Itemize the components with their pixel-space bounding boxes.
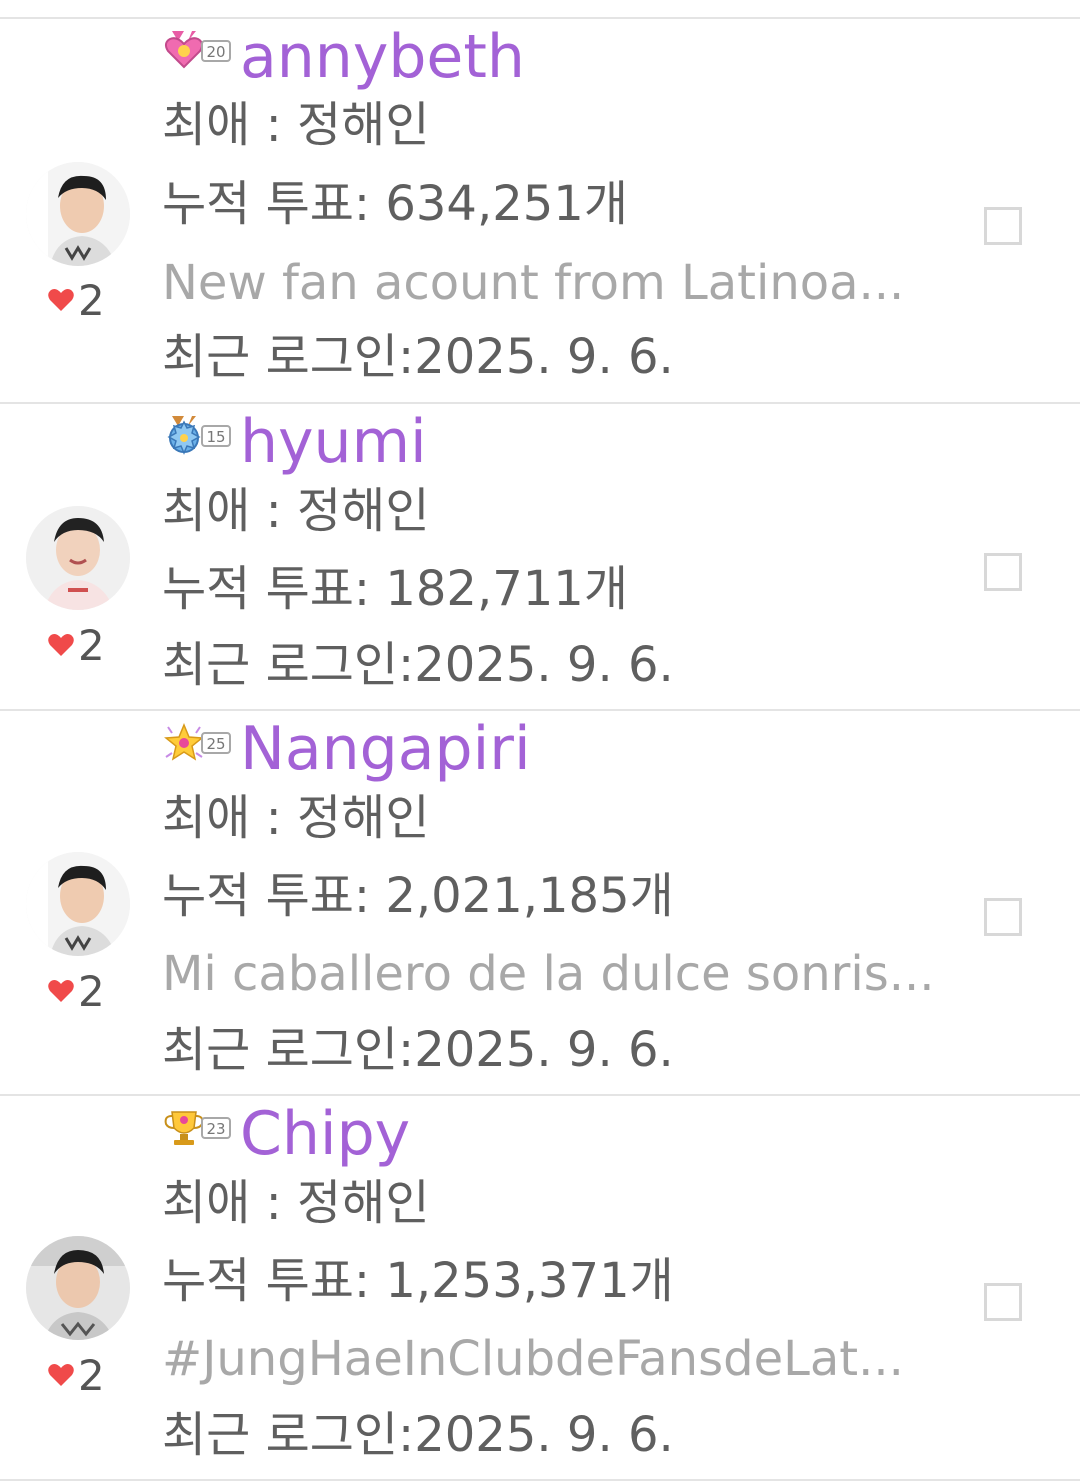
total-votes: 누적 투표: 634,251개 — [162, 176, 628, 232]
likes-value: 2 — [78, 275, 105, 325]
likes-value: 2 — [78, 620, 105, 670]
last-login: 최근 로그인:2025. 9. 6. — [162, 1022, 674, 1078]
profile-photo — [26, 162, 130, 266]
badge-level: 23 — [206, 1120, 225, 1138]
likes-count: 2 — [48, 966, 128, 1016]
select-checkbox[interactable] — [984, 898, 1022, 936]
favorite-idol: 최애 : 정해인 — [162, 483, 430, 539]
avatar[interactable] — [26, 506, 130, 610]
profile-photo — [26, 1236, 130, 1340]
likes-value: 2 — [78, 966, 105, 1016]
badge-level: 20 — [206, 43, 225, 61]
likes-value: 2 — [78, 1350, 105, 1400]
heart-icon — [48, 289, 74, 311]
user-row-nangapiri[interactable]: 2 25 Nangapiri 최애 : 정해인 누적 투표: 2,021,185… — [0, 711, 1080, 1096]
select-checkbox[interactable] — [984, 1283, 1022, 1321]
user-row-hyumi[interactable]: 2 15 hyumi 최애 : 정해인 누적 투표: 182,711개 최근 로… — [0, 404, 1080, 711]
badge-level: 15 — [206, 428, 225, 446]
favorite-idol: 최애 : 정해인 — [162, 790, 430, 846]
star-medal-icon: 25 — [164, 723, 231, 761]
bio-text: #JungHaeInClubdeFansdeLat... — [162, 1331, 904, 1387]
gear-medal-icon: 15 — [167, 416, 231, 455]
last-login: 최근 로그인:2025. 9. 6. — [162, 1407, 674, 1463]
trophy-medal-icon: 23 — [164, 1111, 231, 1145]
select-checkbox[interactable] — [984, 553, 1022, 591]
heart-icon — [48, 980, 74, 1002]
username[interactable]: Chipy — [240, 1099, 410, 1169]
bio-text: Mi caballero de la dulce sonris... — [162, 946, 935, 1002]
bio-text: New fan acount from Latinoa... — [162, 255, 905, 311]
profile-photo — [26, 506, 130, 610]
likes-count: 2 — [48, 1350, 128, 1400]
heart-icon — [48, 634, 74, 656]
user-list: 2 20 annybeth 최애 : 정해인 누적 투표: 634,251개 N… — [0, 0, 1080, 1482]
favorite-idol: 최애 : 정해인 — [162, 97, 430, 153]
heart-icon — [48, 1364, 74, 1386]
total-votes: 누적 투표: 1,253,371개 — [162, 1253, 674, 1309]
heart-medal-icon: 20 — [164, 31, 231, 69]
total-votes: 누적 투표: 182,711개 — [162, 561, 628, 617]
favorite-idol: 최애 : 정해인 — [162, 1175, 430, 1231]
user-row-annybeth[interactable]: 2 20 annybeth 최애 : 정해인 누적 투표: 634,251개 N… — [0, 19, 1080, 404]
avatar[interactable] — [26, 852, 130, 956]
last-login: 최근 로그인:2025. 9. 6. — [162, 329, 674, 385]
avatar[interactable] — [26, 1236, 130, 1340]
user-row-chipy[interactable]: 2 23 Chipy 최애 : 정해인 누적 투표: 1,253,371개 #J… — [0, 1096, 1080, 1481]
badge-level: 25 — [206, 735, 225, 753]
profile-photo — [26, 852, 130, 956]
username[interactable]: annybeth — [240, 22, 525, 92]
likes-count: 2 — [48, 275, 128, 325]
username[interactable]: Nangapiri — [240, 714, 531, 784]
username[interactable]: hyumi — [240, 407, 427, 477]
likes-count: 2 — [48, 620, 128, 670]
select-checkbox[interactable] — [984, 207, 1022, 245]
last-login: 최근 로그인:2025. 9. 6. — [162, 637, 674, 693]
avatar[interactable] — [26, 162, 130, 266]
total-votes: 누적 투표: 2,021,185개 — [162, 868, 674, 924]
